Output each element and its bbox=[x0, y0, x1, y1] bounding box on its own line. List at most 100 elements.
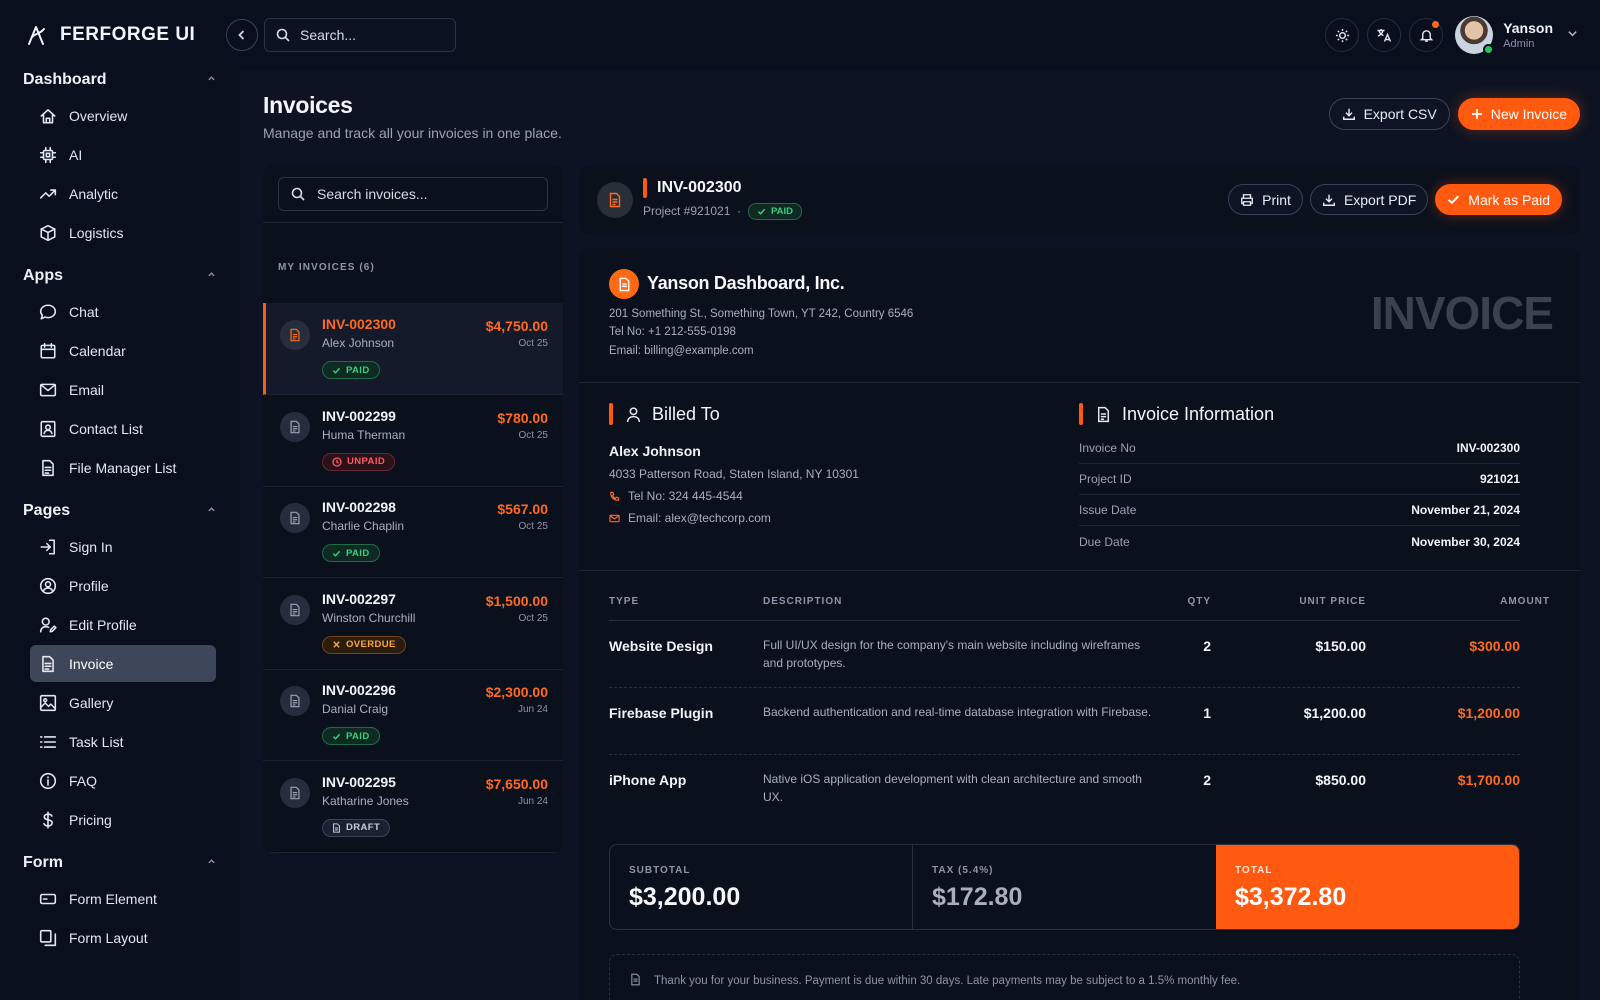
invoice-amount: $1,500.00 bbox=[485, 592, 548, 609]
invoice-number: INV-002300 bbox=[322, 316, 396, 332]
sidebar-section-header[interactable]: Dashboard bbox=[0, 65, 240, 95]
sidebar-item-analytic[interactable]: Analytic bbox=[30, 175, 216, 212]
invoice-amount: $780.00 bbox=[497, 409, 548, 426]
billed-to-heading: Billed To bbox=[652, 403, 720, 424]
billed-to-name: Alex Johnson bbox=[609, 443, 701, 459]
brand[interactable]: FERFORGE UI bbox=[0, 23, 226, 47]
sidebar-item-label: Profile bbox=[69, 577, 109, 594]
chevron-down-icon[interactable] bbox=[1567, 28, 1578, 42]
status-badge-label: DRAFT bbox=[346, 822, 381, 833]
top-right-actions: Yanson Admin bbox=[1317, 0, 1578, 70]
sidebar-item-label: Form Layout bbox=[69, 929, 148, 946]
sidebar-section-header[interactable]: Pages bbox=[0, 496, 240, 526]
detail-actions: Print Export PDF Mark as Paid bbox=[1221, 184, 1562, 215]
sidebar-section-header[interactable]: Apps bbox=[0, 261, 240, 291]
clock-icon bbox=[332, 456, 342, 467]
language-button[interactable] bbox=[1367, 18, 1402, 52]
sidebar-item-pricing[interactable]: Pricing bbox=[30, 801, 216, 838]
invoice-icon bbox=[38, 654, 58, 674]
billed-to-tel-text: Tel No: 324 445-4544 bbox=[628, 489, 743, 503]
global-search-placeholder: Search... bbox=[300, 27, 357, 43]
sidebar-item-edit-profile[interactable]: Edit Profile bbox=[30, 606, 216, 643]
tax-value: $172.80 bbox=[932, 883, 1023, 911]
list-item[interactable]: INV-002300 Alex Johnson $4,750.00 Oct 25 PAI… bbox=[263, 303, 563, 395]
print-button[interactable]: Print bbox=[1228, 184, 1303, 215]
sidebar-item-logistics[interactable]: Logistics bbox=[30, 214, 216, 251]
download-icon bbox=[1322, 193, 1336, 207]
row-unit-price: $150.00 bbox=[1315, 638, 1366, 654]
document-icon bbox=[280, 594, 310, 625]
sidebar-item-invoice[interactable]: Invoice bbox=[30, 645, 216, 682]
download-icon bbox=[1342, 107, 1356, 121]
sidebar-item-file-manager-list[interactable]: File Manager List bbox=[30, 449, 216, 486]
invoice-number: INV-002297 bbox=[322, 590, 396, 607]
info-row: Due Date November 30, 2024 bbox=[1079, 526, 1520, 557]
sidebar-item-gallery[interactable]: Gallery bbox=[30, 684, 216, 721]
list-item[interactable]: INV-002297 Winston Churchill $1,500.00 Oct … bbox=[263, 578, 563, 670]
status-badge: UNPAID bbox=[322, 452, 396, 471]
sidebar-item-overview[interactable]: Overview bbox=[30, 97, 216, 134]
accent-bar bbox=[643, 178, 647, 198]
info-row-value: INV-002300 bbox=[1456, 441, 1520, 455]
sidebar-item-form-layout[interactable]: Form Layout bbox=[30, 919, 216, 956]
list-item[interactable]: INV-002295 Katharine Jones $7,650.00 Jun 24… bbox=[263, 761, 563, 853]
sidebar-item-profile[interactable]: Profile bbox=[30, 567, 216, 604]
user-info[interactable]: Yanson Admin bbox=[1503, 20, 1553, 50]
column-header-amount: AMOUNT bbox=[1500, 596, 1550, 607]
table-row: Website Design Full UI/UX design for the … bbox=[609, 621, 1520, 688]
sidebar-item-form-element[interactable]: Form Element bbox=[30, 880, 216, 917]
list-item[interactable]: INV-002299 Huma Therman $780.00 Oct 25 UNPAI… bbox=[263, 395, 563, 487]
sidebar-item-ai[interactable]: AI bbox=[30, 136, 216, 173]
export-csv-label: Export CSV bbox=[1363, 106, 1437, 122]
total-label: TOTAL bbox=[1235, 865, 1273, 876]
company-logo-icon bbox=[609, 269, 639, 299]
invoice-customer: Charlie Chaplin bbox=[322, 519, 405, 533]
export-csv-button[interactable]: Export CSV bbox=[1328, 98, 1450, 130]
user-icon bbox=[625, 406, 642, 423]
sidebar-section-header[interactable]: Form bbox=[0, 848, 240, 878]
row-amount: $300.00 bbox=[1469, 638, 1520, 654]
new-invoice-label: New Invoice bbox=[1490, 106, 1567, 122]
notifications-button[interactable] bbox=[1409, 18, 1444, 52]
sidebar-sections: Dashboard Overview AI Analytic Logistics Apps… bbox=[0, 65, 240, 956]
file-icon bbox=[38, 458, 58, 478]
sidebar-item-task-list[interactable]: Task List bbox=[30, 723, 216, 760]
document-icon bbox=[629, 973, 642, 991]
collapse-sidebar-button[interactable] bbox=[226, 19, 258, 51]
invoice-customer: Winston Churchill bbox=[322, 610, 416, 625]
list-item[interactable]: INV-002296 Danial Craig $2,300.00 Jun 24 PAI… bbox=[263, 669, 563, 761]
divider bbox=[579, 570, 1580, 571]
avatar[interactable] bbox=[1455, 16, 1495, 55]
edit-profile-icon bbox=[38, 615, 58, 635]
invoice-date: Oct 25 bbox=[518, 521, 548, 532]
new-invoice-button[interactable]: New Invoice bbox=[1457, 98, 1580, 130]
sidebar-item-contact-list[interactable]: Contact List bbox=[30, 410, 216, 447]
invoice-customer: Alex Johnson bbox=[322, 336, 395, 350]
sidebar-item-label: File Manager List bbox=[69, 459, 177, 476]
invoice-search-input[interactable]: Search invoices... bbox=[278, 177, 548, 211]
sidebar-item-label: Calendar bbox=[69, 342, 126, 359]
sidebar-item-faq[interactable]: FAQ bbox=[30, 762, 216, 799]
sidebar-item-label: Overview bbox=[69, 107, 128, 124]
invoice-customer: Huma Therman bbox=[322, 427, 406, 442]
list-item[interactable]: INV-002298 Charlie Chaplin $567.00 Oct 25 PA… bbox=[263, 486, 563, 578]
accent-bar bbox=[1079, 403, 1083, 425]
info-row-value: November 30, 2024 bbox=[1411, 534, 1520, 549]
sidebar-section: Form Form Element Form Layout bbox=[0, 848, 240, 956]
invoice-date: Jun 24 bbox=[517, 795, 548, 807]
invoice-list-label: MY INVOICES (6) bbox=[278, 262, 375, 273]
export-pdf-button[interactable]: Export PDF bbox=[1309, 184, 1429, 215]
sidebar-item-calendar[interactable]: Calendar bbox=[30, 332, 216, 369]
gallery-icon bbox=[38, 693, 58, 713]
row-type: Firebase Plugin bbox=[609, 705, 714, 721]
mail-icon bbox=[38, 380, 58, 400]
sidebar-item-label: Form Element bbox=[69, 890, 157, 907]
totals-summary: SUBTOTAL $3,200.00 TAX (5.4%) $172.80 TO… bbox=[609, 844, 1520, 930]
mark-as-paid-button[interactable]: Mark as Paid bbox=[1435, 184, 1562, 215]
sidebar-item-sign-in[interactable]: Sign In bbox=[30, 528, 216, 565]
sidebar-item-email[interactable]: Email bbox=[30, 371, 216, 408]
theme-toggle-button[interactable] bbox=[1325, 18, 1360, 52]
sidebar-item-chat[interactable]: Chat bbox=[30, 293, 216, 330]
printer-icon bbox=[1240, 193, 1254, 207]
global-search-input[interactable]: Search... bbox=[264, 18, 456, 52]
